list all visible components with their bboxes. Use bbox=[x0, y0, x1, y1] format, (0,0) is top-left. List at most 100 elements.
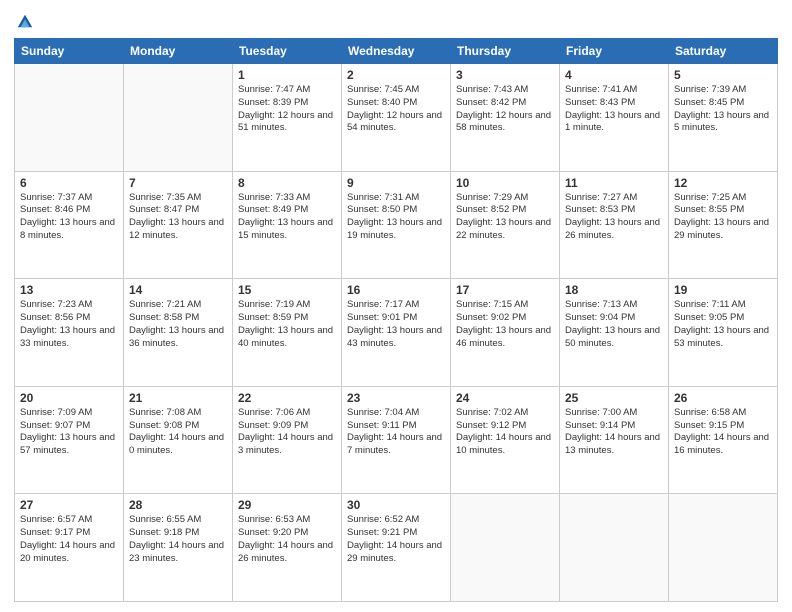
cell-info-text: Sunrise: 7:45 AM Sunset: 8:40 PM Dayligh… bbox=[347, 84, 445, 135]
cell-day-number: 10 bbox=[456, 176, 554, 190]
header-day-sunday: Sunday bbox=[15, 39, 124, 64]
cell-info-text: Sunrise: 7:09 AM Sunset: 9:07 PM Dayligh… bbox=[20, 407, 118, 458]
cell-day-number: 28 bbox=[129, 498, 227, 512]
cell-day-number: 13 bbox=[20, 283, 118, 297]
cell-day-number: 3 bbox=[456, 68, 554, 82]
cell-day-number: 14 bbox=[129, 283, 227, 297]
cell-day-number: 1 bbox=[238, 68, 336, 82]
cell-info-text: Sunrise: 6:57 AM Sunset: 9:17 PM Dayligh… bbox=[20, 514, 118, 565]
header bbox=[14, 12, 778, 30]
calendar-week-4: 20 Sunrise: 7:09 AM Sunset: 9:07 PM Dayli… bbox=[15, 386, 778, 494]
cell-info-text: Sunrise: 7:06 AM Sunset: 9:09 PM Dayligh… bbox=[238, 407, 336, 458]
cell-day-number: 15 bbox=[238, 283, 336, 297]
cell-day-number: 12 bbox=[674, 176, 772, 190]
calendar-cell: 16Sunrise: 7:17 AM Sunset: 9:01 PM Dayli… bbox=[342, 279, 451, 387]
calendar-cell: 6 Sunrise: 7:37 AM Sunset: 8:46 PM Daylig… bbox=[15, 171, 124, 279]
page: SundayMondayTuesdayWednesdayThursdayFrid… bbox=[0, 0, 792, 612]
calendar-cell: 5 Sunrise: 7:39 AM Sunset: 8:45 PM Daylig… bbox=[669, 64, 778, 172]
calendar-cell bbox=[669, 494, 778, 602]
calendar-week-1: 1 Sunrise: 7:47 AM Sunset: 8:39 PM Daylig… bbox=[15, 64, 778, 172]
calendar-cell: 20 Sunrise: 7:09 AM Sunset: 9:07 PM Dayli… bbox=[15, 386, 124, 494]
calendar-cell: 22 Sunrise: 7:06 AM Sunset: 9:09 PM Dayli… bbox=[233, 386, 342, 494]
calendar-cell bbox=[15, 64, 124, 172]
calendar-cell: 7 Sunrise: 7:35 AM Sunset: 8:47 PM Daylig… bbox=[124, 171, 233, 279]
cell-day-number: 21 bbox=[129, 391, 227, 405]
cell-day-number: 7 bbox=[129, 176, 227, 190]
calendar-cell: 29 Sunrise: 6:53 AM Sunset: 9:20 PM Dayli… bbox=[233, 494, 342, 602]
cell-info-text: Sunrise: 7:29 AM Sunset: 8:52 PM Dayligh… bbox=[456, 192, 554, 243]
cell-info-text: Sunrise: 7:11 AM Sunset: 9:05 PM Dayligh… bbox=[674, 299, 772, 350]
calendar-cell: 15 Sunrise: 7:19 AM Sunset: 8:59 PM Dayli… bbox=[233, 279, 342, 387]
calendar-cell: 27 Sunrise: 6:57 AM Sunset: 9:17 PM Dayli… bbox=[15, 494, 124, 602]
cell-day-number: 27 bbox=[20, 498, 118, 512]
calendar-cell: 1 Sunrise: 7:47 AM Sunset: 8:39 PM Daylig… bbox=[233, 64, 342, 172]
cell-info-text: Sunrise: 7:13 AM Sunset: 9:04 PM Dayligh… bbox=[565, 299, 663, 350]
header-day-tuesday: Tuesday bbox=[233, 39, 342, 64]
calendar-cell: 30Sunrise: 6:52 AM Sunset: 9:21 PM Dayli… bbox=[342, 494, 451, 602]
cell-day-number: 23 bbox=[347, 391, 445, 405]
cell-info-text: Sunrise: 7:23 AM Sunset: 8:56 PM Dayligh… bbox=[20, 299, 118, 350]
cell-info-text: Sunrise: 6:55 AM Sunset: 9:18 PM Dayligh… bbox=[129, 514, 227, 565]
calendar-cell: 18 Sunrise: 7:13 AM Sunset: 9:04 PM Dayli… bbox=[560, 279, 669, 387]
cell-day-number: 29 bbox=[238, 498, 336, 512]
calendar-cell: 3 Sunrise: 7:43 AM Sunset: 8:42 PM Daylig… bbox=[451, 64, 560, 172]
cell-info-text: Sunrise: 7:08 AM Sunset: 9:08 PM Dayligh… bbox=[129, 407, 227, 458]
calendar-header-row: SundayMondayTuesdayWednesdayThursdayFrid… bbox=[15, 39, 778, 64]
cell-day-number: 6 bbox=[20, 176, 118, 190]
cell-info-text: Sunrise: 7:25 AM Sunset: 8:55 PM Dayligh… bbox=[674, 192, 772, 243]
calendar-cell: 4Sunrise: 7:41 AM Sunset: 8:43 PM Daylig… bbox=[560, 64, 669, 172]
cell-day-number: 5 bbox=[674, 68, 772, 82]
calendar-cell: 14 Sunrise: 7:21 AM Sunset: 8:58 PM Dayli… bbox=[124, 279, 233, 387]
cell-info-text: Sunrise: 7:33 AM Sunset: 8:49 PM Dayligh… bbox=[238, 192, 336, 243]
calendar-week-3: 13 Sunrise: 7:23 AM Sunset: 8:56 PM Dayli… bbox=[15, 279, 778, 387]
header-day-saturday: Saturday bbox=[669, 39, 778, 64]
calendar-cell: 17Sunrise: 7:15 AM Sunset: 9:02 PM Dayli… bbox=[451, 279, 560, 387]
header-day-wednesday: Wednesday bbox=[342, 39, 451, 64]
cell-info-text: Sunrise: 7:31 AM Sunset: 8:50 PM Dayligh… bbox=[347, 192, 445, 243]
cell-info-text: Sunrise: 7:39 AM Sunset: 8:45 PM Dayligh… bbox=[674, 84, 772, 135]
cell-info-text: Sunrise: 7:02 AM Sunset: 9:12 PM Dayligh… bbox=[456, 407, 554, 458]
logo bbox=[14, 12, 34, 30]
calendar-week-5: 27 Sunrise: 6:57 AM Sunset: 9:17 PM Dayli… bbox=[15, 494, 778, 602]
cell-day-number: 9 bbox=[347, 176, 445, 190]
calendar-cell: 2 Sunrise: 7:45 AM Sunset: 8:40 PM Daylig… bbox=[342, 64, 451, 172]
calendar-cell bbox=[124, 64, 233, 172]
cell-info-text: Sunrise: 7:00 AM Sunset: 9:14 PM Dayligh… bbox=[565, 407, 663, 458]
calendar-cell bbox=[451, 494, 560, 602]
cell-day-number: 20 bbox=[20, 391, 118, 405]
calendar-cell: 28 Sunrise: 6:55 AM Sunset: 9:18 PM Dayli… bbox=[124, 494, 233, 602]
calendar-cell: 25 Sunrise: 7:00 AM Sunset: 9:14 PM Dayli… bbox=[560, 386, 669, 494]
calendar-cell: 21 Sunrise: 7:08 AM Sunset: 9:08 PM Dayli… bbox=[124, 386, 233, 494]
cell-info-text: Sunrise: 6:53 AM Sunset: 9:20 PM Dayligh… bbox=[238, 514, 336, 565]
cell-info-text: Sunrise: 6:52 AM Sunset: 9:21 PM Dayligh… bbox=[347, 514, 445, 565]
cell-info-text: Sunrise: 7:17 AM Sunset: 9:01 PM Dayligh… bbox=[347, 299, 445, 350]
calendar-cell: 24Sunrise: 7:02 AM Sunset: 9:12 PM Dayli… bbox=[451, 386, 560, 494]
cell-day-number: 25 bbox=[565, 391, 663, 405]
cell-info-text: Sunrise: 7:21 AM Sunset: 8:58 PM Dayligh… bbox=[129, 299, 227, 350]
calendar-cell bbox=[560, 494, 669, 602]
cell-info-text: Sunrise: 7:35 AM Sunset: 8:47 PM Dayligh… bbox=[129, 192, 227, 243]
calendar-week-2: 6 Sunrise: 7:37 AM Sunset: 8:46 PM Daylig… bbox=[15, 171, 778, 279]
calendar-cell: 8 Sunrise: 7:33 AM Sunset: 8:49 PM Daylig… bbox=[233, 171, 342, 279]
calendar-cell: 12 Sunrise: 7:25 AM Sunset: 8:55 PM Dayli… bbox=[669, 171, 778, 279]
calendar-cell: 23Sunrise: 7:04 AM Sunset: 9:11 PM Dayli… bbox=[342, 386, 451, 494]
cell-info-text: Sunrise: 7:37 AM Sunset: 8:46 PM Dayligh… bbox=[20, 192, 118, 243]
cell-info-text: Sunrise: 7:15 AM Sunset: 9:02 PM Dayligh… bbox=[456, 299, 554, 350]
header-day-thursday: Thursday bbox=[451, 39, 560, 64]
cell-day-number: 4 bbox=[565, 68, 663, 82]
cell-info-text: Sunrise: 7:43 AM Sunset: 8:42 PM Dayligh… bbox=[456, 84, 554, 135]
calendar-cell: 9 Sunrise: 7:31 AM Sunset: 8:50 PM Daylig… bbox=[342, 171, 451, 279]
cell-info-text: Sunrise: 7:47 AM Sunset: 8:39 PM Dayligh… bbox=[238, 84, 336, 135]
cell-day-number: 2 bbox=[347, 68, 445, 82]
header-day-friday: Friday bbox=[560, 39, 669, 64]
cell-day-number: 11 bbox=[565, 176, 663, 190]
cell-info-text: Sunrise: 7:27 AM Sunset: 8:53 PM Dayligh… bbox=[565, 192, 663, 243]
calendar-cell: 13 Sunrise: 7:23 AM Sunset: 8:56 PM Dayli… bbox=[15, 279, 124, 387]
calendar-cell: 26Sunrise: 6:58 AM Sunset: 9:15 PM Dayli… bbox=[669, 386, 778, 494]
cell-info-text: Sunrise: 6:58 AM Sunset: 9:15 PM Dayligh… bbox=[674, 407, 772, 458]
cell-day-number: 19 bbox=[674, 283, 772, 297]
cell-day-number: 22 bbox=[238, 391, 336, 405]
cell-info-text: Sunrise: 7:19 AM Sunset: 8:59 PM Dayligh… bbox=[238, 299, 336, 350]
cell-day-number: 8 bbox=[238, 176, 336, 190]
cell-day-number: 18 bbox=[565, 283, 663, 297]
